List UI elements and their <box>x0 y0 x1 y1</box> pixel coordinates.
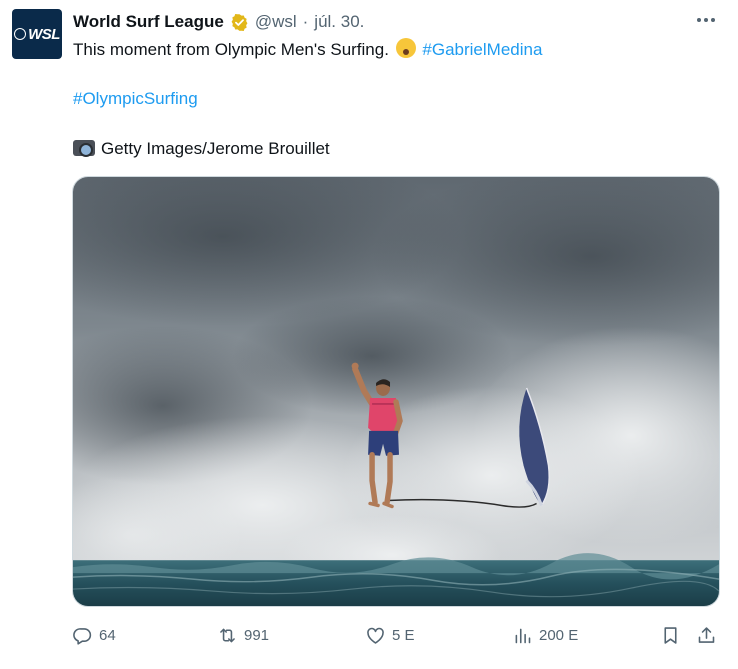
views-count: 200 E <box>539 626 579 644</box>
tweet-photo[interactable] <box>72 176 720 607</box>
share-button[interactable] <box>696 622 717 648</box>
retweet-icon <box>220 628 235 642</box>
like-button[interactable]: 5 E <box>365 622 415 648</box>
verified-badge-icon[interactable] <box>230 13 249 32</box>
avatar[interactable]: WSL <box>12 9 62 59</box>
tweet-text-line2: #OlympicSurfing <box>73 88 198 110</box>
tweet-header: World Surf League @wsl · júl. 30. <box>73 12 364 32</box>
retweet-count: 991 <box>244 626 270 644</box>
share-icon <box>698 626 715 643</box>
tweet-date[interactable]: júl. 30. <box>314 12 364 32</box>
like-count: 5 E <box>392 626 415 644</box>
more-icon[interactable] <box>694 10 718 30</box>
bookmark-icon <box>664 626 677 644</box>
camera-emoji <box>73 140 95 157</box>
like-icon <box>367 627 384 644</box>
views-button[interactable]: 200 E <box>512 622 578 648</box>
photo-credit: Getty Images/Jerome Brouillet <box>101 139 330 158</box>
display-name[interactable]: World Surf League <box>73 12 224 32</box>
hashtag-gabrielmedina[interactable]: #GabrielMedina <box>422 40 542 59</box>
shocked-face-emoji <box>395 38 416 58</box>
avatar-text: WSL <box>28 25 60 43</box>
bookmark-button[interactable] <box>660 622 681 648</box>
separator-dot: · <box>302 12 309 31</box>
globe-icon <box>14 28 27 40</box>
views-icon <box>515 628 531 643</box>
handle[interactable]: @wsl <box>255 12 297 32</box>
reply-button[interactable]: 64 <box>72 622 116 648</box>
reply-icon <box>73 627 92 645</box>
reply-count: 64 <box>99 626 116 644</box>
tweet-actions: 64 991 5 E 200 E <box>72 622 722 648</box>
hashtag-olympicsurfing[interactable]: #OlympicSurfing <box>73 89 198 108</box>
wsl-logo: WSL <box>14 26 60 43</box>
tweet-text: This moment from Olympic Men's Surfing. <box>73 40 389 59</box>
tweet-text-line1: This moment from Olympic Men's Surfing. … <box>73 38 542 61</box>
surfer-photo <box>73 177 719 606</box>
tweet-card[interactable]: WSL World Surf League @wsl · júl. 30. Th… <box>0 0 738 669</box>
tweet-text-line3: Getty Images/Jerome Brouillet <box>73 138 330 160</box>
retweet-button[interactable]: 991 <box>217 622 269 648</box>
